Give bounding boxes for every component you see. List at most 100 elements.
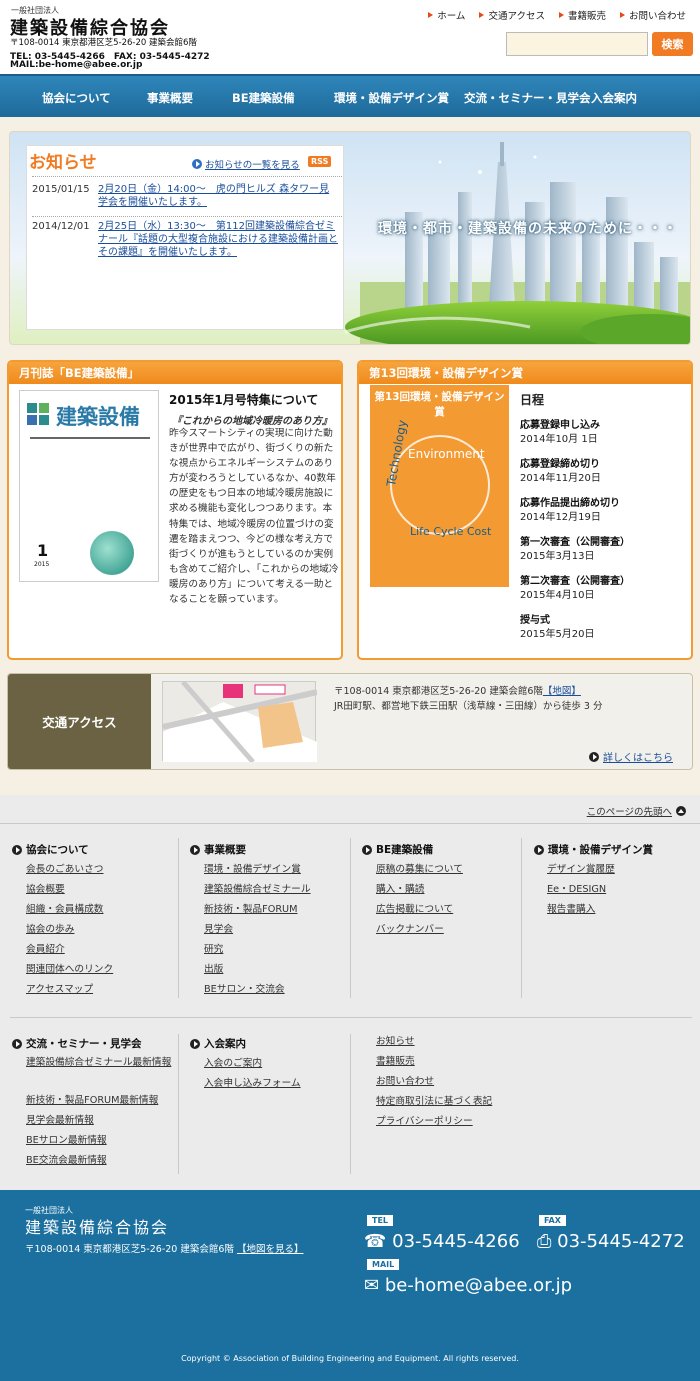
arrow-right-icon	[589, 751, 599, 762]
sitemap-link[interactable]: 原稿の募集について	[376, 860, 463, 880]
sitemap-link[interactable]: 購入・購読	[376, 880, 424, 900]
site-header: 一般社団法人 建築設備綜合協会 〒108-0014 東京都港区芝5-26-20 …	[0, 0, 700, 74]
sitemap-link[interactable]: BEサロン・交流会	[204, 980, 285, 1000]
copyright: Copyright © Association of Building Engi…	[181, 1354, 519, 1363]
news-item: 2015/01/15 2月20日（金）14:00～ 虎の門ヒルズ 森タワー見学会…	[32, 183, 342, 213]
sitemap-link[interactable]: 見学会最新情報	[26, 1111, 94, 1131]
sitemap-link[interactable]: 環境・設備デザイン賞	[204, 860, 301, 880]
poster-word: Environment	[408, 447, 485, 461]
arrow-right-icon	[428, 12, 434, 18]
magazine-panel-header: 月刊誌「BE建築設備」	[9, 362, 341, 384]
map-link[interactable]: 【地図】	[543, 686, 581, 697]
gnav-seminar[interactable]: 交流・セミナー・見学会	[464, 90, 591, 106]
access-more-link[interactable]: 詳しくはこちら	[589, 749, 673, 764]
phone-icon: ☎	[364, 1231, 387, 1252]
sitemap-heading[interactable]: 事業概要	[190, 842, 246, 857]
footer-fax: ⎙ 03-5445-4272	[537, 1231, 685, 1252]
gnav-be-magazine[interactable]: BE建築設備	[232, 90, 295, 106]
news-title: お知らせ	[29, 153, 97, 173]
footer-mail[interactable]: ✉ be-home@abee.or.jp	[364, 1275, 572, 1296]
sitemap-link[interactable]: お知らせ	[376, 1032, 415, 1052]
schedule-title: 日程	[520, 393, 545, 407]
schedule-date: 2014年12月19日	[520, 512, 601, 523]
sitemap-link[interactable]: BE交流会最新情報	[26, 1151, 107, 1171]
footer-address: 〒108-0014 東京都港区芝5-26-20 建築会館6階 【地図を見る】	[25, 1244, 304, 1255]
sitemap-link[interactable]: アクセスマップ	[26, 980, 93, 1000]
sitemap-divider	[0, 823, 700, 824]
sitemap-link[interactable]: 関連団体へのリンク	[26, 960, 113, 980]
global-nav: 協会について 事業概要 BE建築設備 環境・設備デザイン賞 交流・セミナー・見学…	[0, 74, 700, 117]
sitemap-link[interactable]: 新技術・製品FORUM最新情報	[26, 1091, 158, 1111]
sitemap-link[interactable]: Ee・DESIGN	[547, 880, 606, 900]
sitemap-divider	[10, 1017, 692, 1018]
sitemap-link[interactable]: 会員紹介	[26, 940, 65, 960]
news-date: 2015/01/15	[32, 184, 90, 195]
news-link[interactable]: 2月20日（金）14:00～ 虎の門ヒルズ 森タワー見学会を開催いたします。	[98, 183, 338, 209]
printer-icon: ⎙	[537, 1231, 552, 1252]
sitemap-heading[interactable]: 交流・セミナー・見学会	[12, 1036, 142, 1051]
sitemap-link[interactable]: BEサロン最新情報	[26, 1131, 107, 1151]
sitemap-link[interactable]: バックナンバー	[376, 920, 444, 940]
util-link-contact[interactable]: お問い合わせ	[619, 8, 686, 22]
poster-word: Life Cycle Cost	[410, 525, 492, 538]
sitemap-link[interactable]: 書籍販売	[376, 1052, 415, 1072]
schedule-label: 応募作品提出締め切り	[520, 498, 620, 509]
arrow-right-icon	[190, 1038, 200, 1049]
column-divider	[521, 838, 522, 998]
util-link-home[interactable]: ホーム	[428, 8, 465, 22]
util-link-access[interactable]: 交通アクセス	[479, 8, 545, 22]
magazine-cover-image[interactable]: 建築設備 1 2015	[19, 390, 159, 582]
header-mail: MAIL:be-home@abee.or.jp	[10, 60, 143, 70]
site-logo[interactable]: 建築設備綜合協会	[10, 14, 170, 40]
column-divider	[350, 1034, 351, 1174]
sitemap-link[interactable]: 入会申し込みフォーム	[204, 1074, 301, 1094]
sitemap-heading[interactable]: BE建築設備	[362, 842, 433, 857]
cover-year: 2015	[34, 561, 50, 568]
access-directions: JR田町駅、都営地下鉄三田駅（浅草線・三田線）から徒歩 3 分	[334, 701, 603, 712]
access-address: 〒108-0014 東京都港区芝5-26-20 建築会館6階【地図】	[334, 686, 581, 697]
sitemap-link[interactable]: 会長のごあいさつ	[26, 860, 104, 880]
sitemap-link[interactable]: 出版	[204, 960, 223, 980]
news-link[interactable]: 2月25日（水）13:30～ 第112回建築設備綜合ゼミナール『話題の大型複合施…	[98, 220, 338, 259]
news-list-link[interactable]: お知らせの一覧を見る	[192, 157, 300, 171]
gnav-design-award[interactable]: 環境・設備デザイン賞	[334, 90, 449, 106]
rss-icon[interactable]: RSS	[308, 156, 332, 167]
sitemap-link[interactable]: 建築設備綜合ゼミナール	[204, 880, 311, 900]
sitemap-link[interactable]: 研究	[204, 940, 223, 960]
award-poster-image[interactable]: 第13回環境・設備デザイン賞 Environment Technology Li…	[370, 385, 509, 587]
tel-label: TEL	[367, 1215, 394, 1226]
sitemap-link[interactable]: お問い合わせ	[376, 1072, 434, 1092]
footer-map-link[interactable]: 【地図を見る】	[237, 1244, 304, 1255]
gnav-about[interactable]: 協会について	[42, 90, 111, 106]
access-title: 交通アクセス	[8, 674, 151, 769]
page-top-link[interactable]: このページの先頭へ	[587, 804, 686, 818]
design-award-header: 第13回環境・設備デザイン賞	[359, 362, 691, 384]
search-input[interactable]	[506, 32, 648, 56]
sitemap-heading[interactable]: 協会について	[12, 842, 89, 857]
schedule-label: 第一次審査（公開審査）	[520, 537, 630, 548]
sitemap-link[interactable]: 広告掲載について	[376, 900, 453, 920]
sitemap-link[interactable]: 見学会	[204, 920, 233, 940]
sitemap-link[interactable]: 入会のご案内	[204, 1054, 262, 1074]
sitemap-link[interactable]: 特定商取引法に基づく表記	[376, 1092, 492, 1112]
sitemap-link[interactable]: プライバシーポリシー	[376, 1112, 473, 1132]
sitemap-heading[interactable]: 環境・設備デザイン賞	[534, 842, 653, 857]
sitemap-link[interactable]: 組織・会員構成数	[26, 900, 104, 920]
sitemap-link[interactable]: 協会概要	[26, 880, 65, 900]
sitemap-link[interactable]: 報告書購入	[547, 900, 595, 920]
arrow-right-icon	[192, 159, 202, 169]
sitemap-link[interactable]: デザイン賞履歴	[547, 860, 615, 880]
sitemap-link[interactable]: 新技術・製品FORUM	[204, 900, 298, 920]
util-link-books[interactable]: 書籍販売	[558, 8, 606, 22]
header-address: 〒108-0014 東京都港区芝5-26-20 建築会館6階	[10, 38, 197, 48]
cover-issue: 1	[37, 541, 49, 560]
gnav-business[interactable]: 事業概要	[147, 90, 193, 106]
search-button[interactable]: 検索	[652, 32, 693, 56]
access-map-image[interactable]	[162, 680, 318, 764]
sitemap-link[interactable]: 協会の歩み	[26, 920, 74, 940]
map-illustration	[162, 680, 318, 764]
sitemap-heading[interactable]: 入会案内	[190, 1036, 246, 1051]
sitemap-link[interactable]: 建築設備綜合ゼミナール最新情報	[26, 1054, 174, 1072]
column-divider	[178, 838, 179, 998]
gnav-membership[interactable]: 入会案内	[591, 90, 637, 106]
